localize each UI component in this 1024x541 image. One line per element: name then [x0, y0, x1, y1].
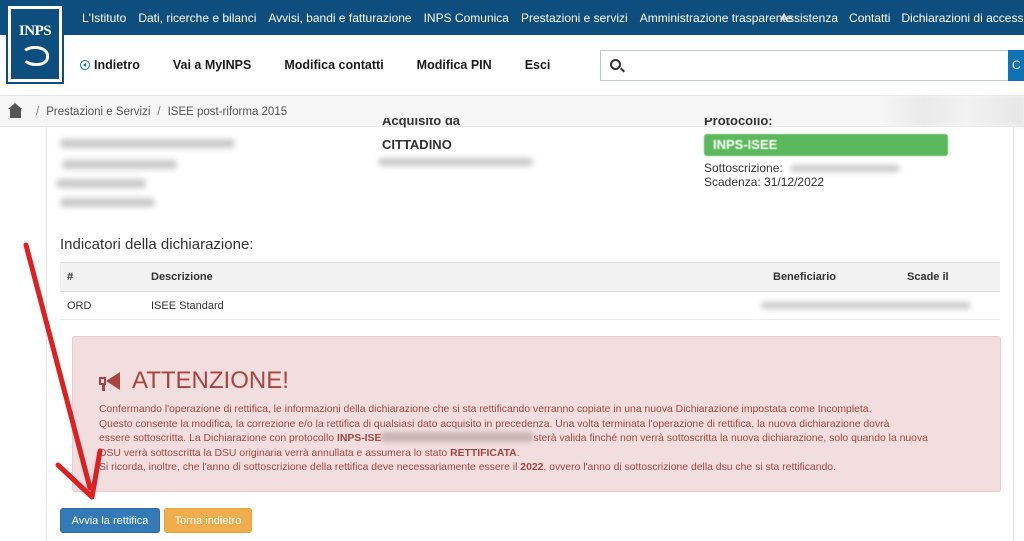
row-code: ORD	[60, 291, 144, 320]
go-back-button[interactable]: Torna indietro	[164, 508, 252, 533]
logo-text: INPS	[18, 23, 52, 39]
redacted-area	[880, 96, 1024, 126]
warning-alert: ATTENZIONE! Confermando l'operazione di …	[72, 336, 1001, 492]
breadcrumb: / Prestazioni e Servizi / ISEE post-rifo…	[8, 96, 288, 127]
topnav-comunica[interactable]: INPS Comunica	[424, 11, 509, 25]
topnav-prestazioni[interactable]: Prestazioni e servizi	[521, 11, 628, 25]
breadcrumb-bar: / Prestazioni e Servizi / ISEE post-rifo…	[0, 95, 1024, 127]
search-icon	[610, 59, 621, 70]
col-description: Descrizione	[144, 262, 766, 292]
topnav-assistenza[interactable]: Assistenza	[780, 11, 838, 25]
redacted-field	[56, 179, 146, 188]
inps-logo[interactable]: INPS	[6, 4, 64, 84]
back-link[interactable]: Indietro	[80, 58, 140, 72]
subscription-label: Sottoscrizione:	[704, 161, 783, 175]
indicators-table: # Descrizione Beneficiario Scade il ORD …	[60, 262, 1000, 320]
protocol-label: Protocollo:	[704, 118, 773, 128]
search-input[interactable]	[631, 54, 1001, 77]
redacted-field	[761, 302, 971, 309]
protocol-badge: INPS-ISEE	[704, 134, 948, 156]
redacted-field	[62, 160, 177, 169]
table-row: ORD ISEE Standard	[60, 291, 1000, 320]
redacted-field	[60, 139, 235, 148]
acquired-label: Acquisito da	[382, 118, 461, 128]
bullhorn-icon	[99, 371, 123, 391]
search-button[interactable]: C	[1008, 50, 1024, 81]
top-nav-right: Assistenza Contatti Dichiarazioni di acc…	[780, 0, 1024, 35]
start-rectification-button[interactable]: Avvia la rettifica	[60, 508, 160, 533]
topnav-dati[interactable]: Dati, ricerche e bilanci	[138, 11, 256, 25]
topnav-istituto[interactable]: L'Istituto	[82, 11, 126, 25]
col-expiry: Scade il	[900, 262, 1000, 292]
breadcrumb-isee: ISEE post-riforma 2015	[167, 105, 288, 118]
edit-pin-link[interactable]: Modifica PIN	[417, 58, 492, 72]
alert-title: ATTENZIONE!	[132, 367, 289, 394]
redacted-protocol	[381, 432, 534, 442]
col-number: #	[60, 262, 144, 292]
breadcrumb-prestazioni[interactable]: Prestazioni e Servizi	[46, 106, 150, 118]
row-description: ISEE Standard	[144, 291, 766, 320]
col-beneficiary: Beneficiario	[766, 262, 900, 292]
topnav-trasparente[interactable]: Amministrazione trasparente	[640, 11, 793, 25]
search-box	[600, 50, 1010, 81]
exit-link[interactable]: Esci	[525, 58, 551, 72]
logo-swirl-icon	[21, 46, 49, 66]
redacted-field	[60, 198, 155, 207]
redacted-field	[378, 158, 533, 166]
top-bar: L'Istituto Dati, ricerche e bilanci Avvi…	[0, 0, 1024, 35]
edit-contacts-link[interactable]: Modifica contatti	[284, 58, 383, 72]
topnav-accessibilita[interactable]: Dichiarazioni di accessibilità	[901, 11, 1024, 25]
indicators-title: Indicatori della dichiarazione:	[60, 236, 254, 253]
expiry-date: Scadenza: 31/12/2022	[704, 175, 825, 189]
home-icon[interactable]	[8, 102, 22, 118]
top-nav: L'Istituto Dati, ricerche e bilanci Avvi…	[82, 0, 804, 35]
topnav-avvisi[interactable]: Avvisi, bandi e fatturazione	[268, 11, 411, 25]
table-header-row: # Descrizione Beneficiario Scade il	[60, 262, 1000, 292]
back-circle-icon	[80, 60, 90, 70]
acquired-value: CITTADINO	[382, 137, 452, 152]
topnav-contatti[interactable]: Contatti	[849, 11, 890, 25]
redacted-field	[790, 165, 900, 172]
myinps-link[interactable]: Vai a MyINPS	[173, 58, 252, 72]
alert-body: Confermando l'operazione di rettifica, l…	[99, 404, 928, 473]
